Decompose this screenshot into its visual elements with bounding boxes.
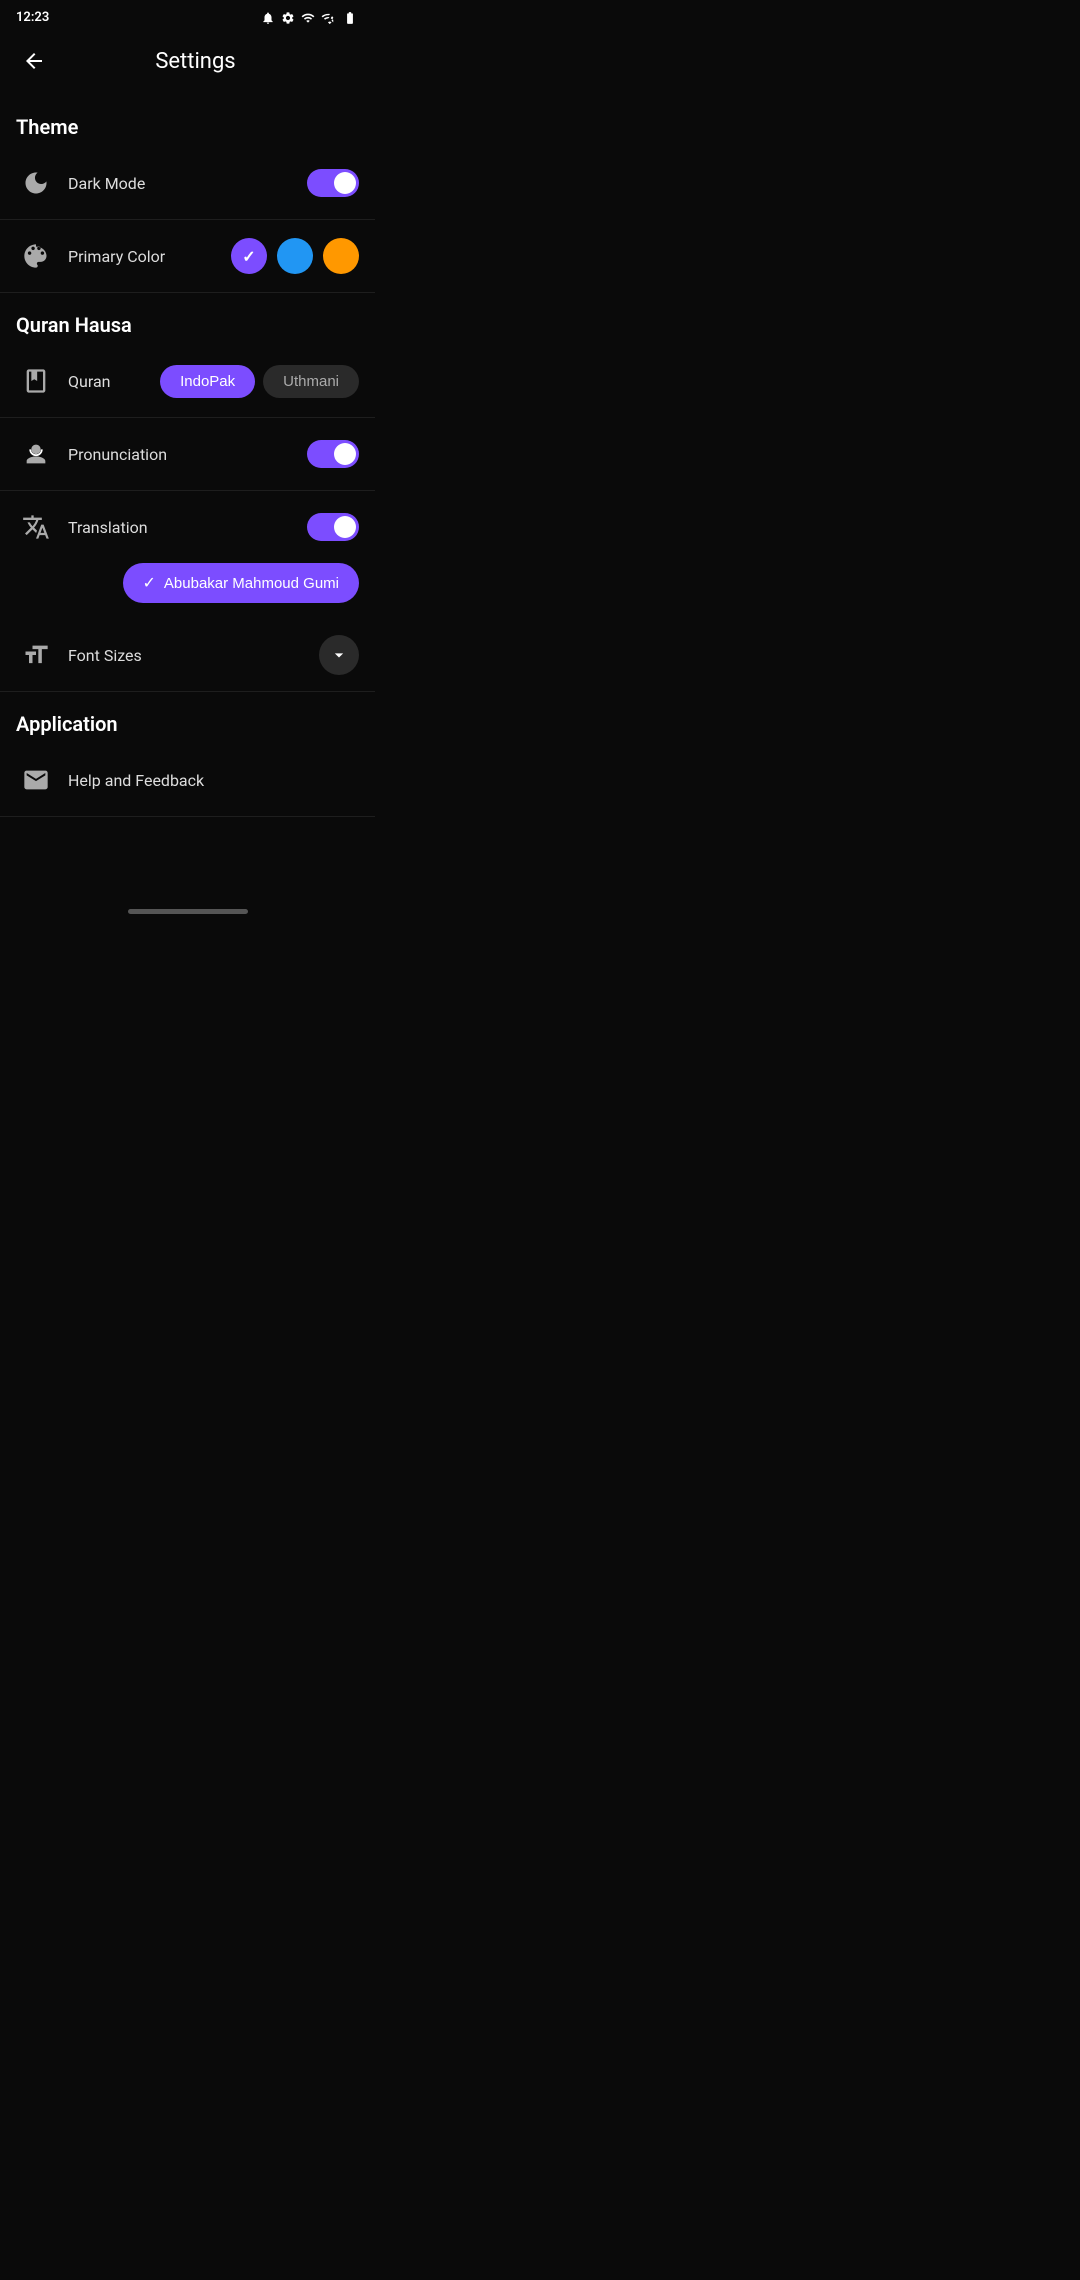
status-icons [261, 11, 359, 25]
quran-icon [16, 361, 56, 401]
format-size-icon [22, 641, 50, 669]
home-indicator [0, 897, 375, 920]
font-size-dropdown-button[interactable] [319, 635, 359, 675]
translation-selector-button[interactable]: ✓ Abubakar Mahmoud Gumi [123, 563, 360, 603]
font-sizes-label: Font Sizes [68, 646, 319, 665]
moon-icon [22, 169, 50, 197]
primary-color-item: Primary Color [0, 220, 375, 293]
help-feedback-label: Help and Feedback [68, 771, 359, 790]
battery-icon [341, 11, 359, 25]
wifi-icon [301, 11, 315, 25]
indopak-button[interactable]: IndoPak [160, 365, 255, 398]
help-feedback-item[interactable]: Help and Feedback [0, 744, 375, 817]
translation-checkmark-icon: ✓ [143, 573, 156, 593]
book-icon [22, 367, 50, 395]
back-button[interactable] [16, 43, 52, 79]
translate-icon [22, 513, 50, 541]
translation-icon [16, 507, 56, 547]
translation-selector-row: ✓ Abubakar Mahmoud Gumi [0, 563, 375, 619]
signal-icon [321, 11, 335, 25]
page-title: Settings [68, 49, 359, 74]
pronunciation-icon [16, 434, 56, 474]
pronunciation-toggle[interactable] [307, 440, 359, 468]
status-time: 12:23 [16, 10, 49, 25]
translation-label: Translation [68, 518, 307, 537]
pronunciation-item: Pronunciation [0, 418, 375, 491]
header: Settings [0, 31, 375, 95]
help-feedback-icon [16, 760, 56, 800]
primary-color-label: Primary Color [68, 247, 231, 266]
quran-label: Quran [68, 372, 160, 391]
primary-color-icon [16, 236, 56, 276]
dark-mode-toggle[interactable] [307, 169, 359, 197]
uthmani-button[interactable]: Uthmani [263, 365, 359, 398]
dark-mode-item: Dark Mode [0, 147, 375, 220]
dark-mode-toggle-knob [334, 172, 356, 194]
email-icon [22, 766, 50, 794]
color-purple[interactable] [231, 238, 267, 274]
quran-style-buttons: IndoPak Uthmani [160, 365, 359, 398]
dark-mode-label: Dark Mode [68, 174, 307, 193]
notification-icon [261, 11, 275, 25]
color-options [231, 238, 359, 274]
pronunciation-toggle-knob [334, 443, 356, 465]
font-size-icon [16, 635, 56, 675]
settings-status-icon [281, 11, 295, 25]
quran-item: Quran IndoPak Uthmani [0, 345, 375, 418]
color-orange[interactable] [323, 238, 359, 274]
font-sizes-item: Font Sizes [0, 619, 375, 692]
color-blue[interactable] [277, 238, 313, 274]
dark-mode-icon [16, 163, 56, 203]
back-arrow-icon [22, 49, 46, 73]
translation-toggle-knob [334, 516, 356, 538]
application-section-label: Application [0, 700, 375, 744]
theme-section-label: Theme [0, 103, 375, 147]
translation-item: Translation [0, 491, 375, 563]
translation-selector-label: Abubakar Mahmoud Gumi [164, 575, 339, 592]
pronunciation-label: Pronunciation [68, 445, 307, 464]
home-bar [128, 909, 248, 914]
quran-hausa-section-label: Quran Hausa [0, 301, 375, 345]
chevron-down-icon [329, 645, 349, 665]
palette-icon [22, 242, 50, 270]
translation-toggle[interactable] [307, 513, 359, 541]
status-bar: 12:23 [0, 0, 375, 31]
person-voice-icon [22, 440, 50, 468]
